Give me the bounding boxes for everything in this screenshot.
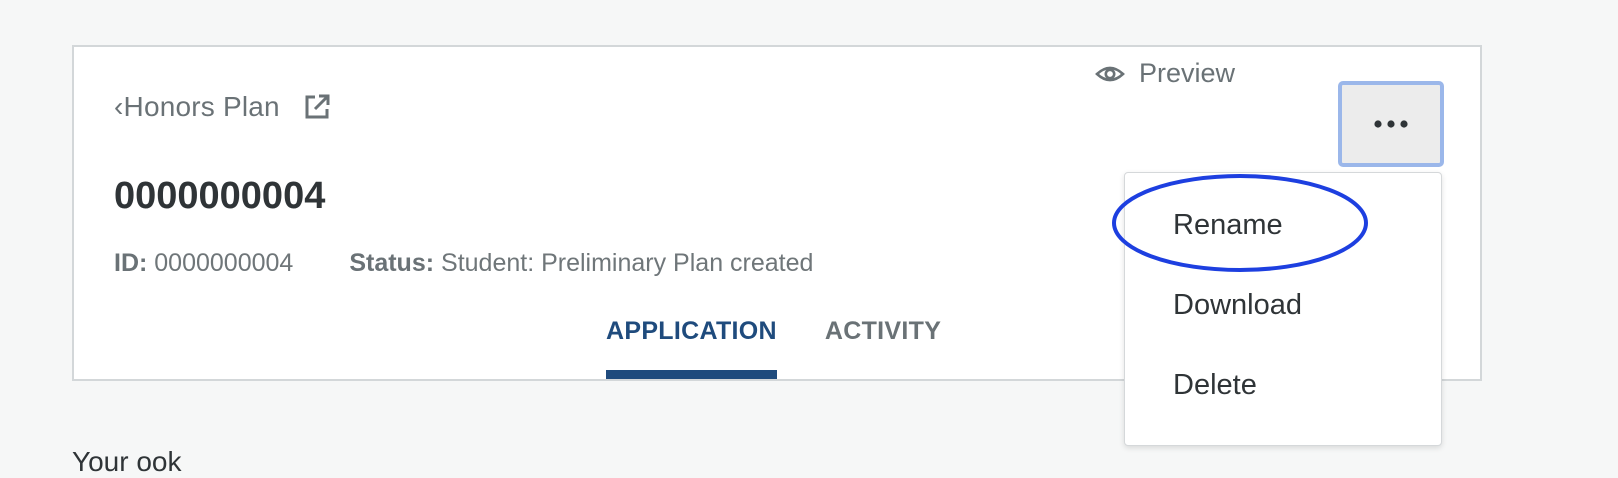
tab-activity[interactable]: ACTIVITY xyxy=(825,317,941,372)
id-value: 0000000004 xyxy=(154,249,294,277)
plan-title: ‹Honors Plan xyxy=(114,91,280,122)
eye-icon xyxy=(1095,59,1125,89)
preview-button[interactable]: Preview xyxy=(1095,58,1235,89)
preview-label: Preview xyxy=(1139,58,1236,88)
menu-item-delete[interactable]: Delete xyxy=(1173,369,1257,402)
meta-row: ID: 0000000004 Status: Student: Prelimin… xyxy=(114,249,813,278)
more-actions-button[interactable] xyxy=(1338,81,1444,167)
id-label: ID: xyxy=(114,249,148,277)
tab-application[interactable]: APPLICATION xyxy=(606,317,777,379)
status-label: Status: xyxy=(349,249,435,277)
external-link-icon[interactable] xyxy=(302,92,332,122)
menu-item-download[interactable]: Download xyxy=(1173,289,1302,322)
status-value: Student: Preliminary Plan created xyxy=(441,249,814,277)
more-horizontal-icon xyxy=(1374,120,1408,128)
meta-id: ID: 0000000004 xyxy=(114,249,293,278)
actions-menu: Rename Download Delete xyxy=(1124,172,1442,446)
section-heading-partial: Your ook xyxy=(72,446,182,477)
record-title: 0000000004 xyxy=(114,175,326,217)
menu-item-rename[interactable]: Rename xyxy=(1173,209,1283,242)
meta-status: Status: Student: Preliminary Plan create… xyxy=(349,249,813,278)
tab-bar: APPLICATION ACTIVITY xyxy=(606,317,941,379)
plan-title-row: ‹Honors Plan xyxy=(114,91,332,123)
